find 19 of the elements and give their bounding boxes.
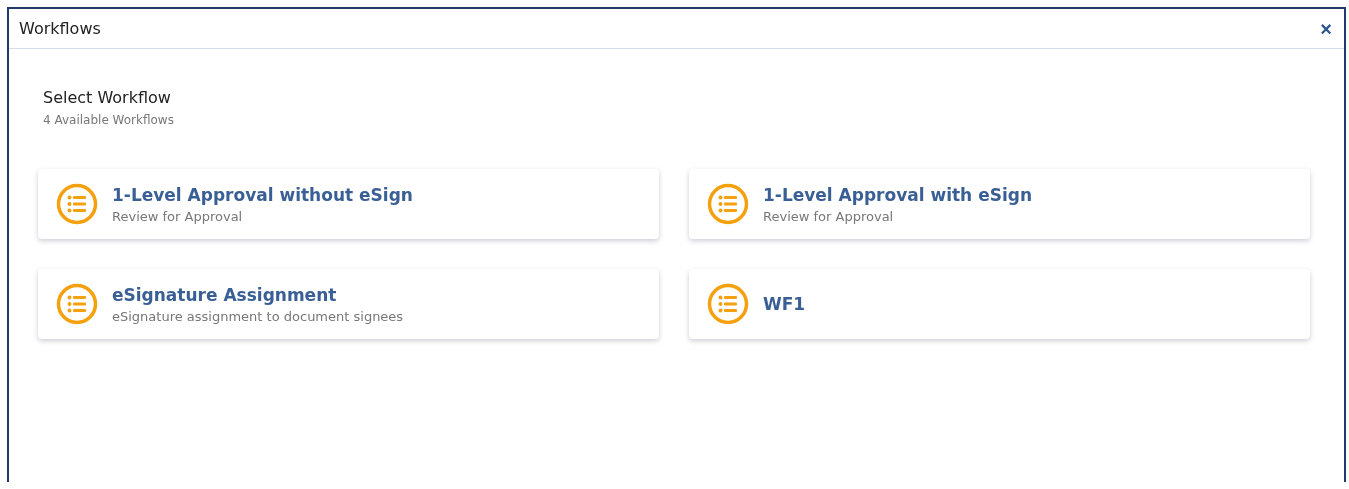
workflow-card[interactable]: 1-Level Approval with eSign Review for Approval bbox=[689, 169, 1310, 239]
workflow-name: WF1 bbox=[763, 294, 806, 314]
list-icon bbox=[707, 283, 749, 325]
workflow-card[interactable]: WF1 bbox=[689, 269, 1310, 339]
workflow-name: 1-Level Approval with eSign bbox=[763, 184, 1032, 205]
list-icon bbox=[707, 183, 749, 225]
workflow-name: eSignature Assignment bbox=[112, 284, 338, 305]
section-heading: Select Workflow bbox=[43, 88, 172, 107]
workflow-description: eSignature assignment to document signees bbox=[112, 308, 404, 324]
workflow-description: Review for Approval bbox=[112, 208, 244, 224]
workflow-card[interactable]: 1-Level Approval without eSign Review for Approval bbox=[38, 169, 659, 239]
list-icon bbox=[56, 183, 98, 225]
workflow-description: Review for Approval bbox=[763, 208, 895, 224]
list-icon bbox=[56, 283, 98, 325]
workflow-card[interactable]: eSignature Assignment eSignature assignment to document signees bbox=[38, 269, 659, 339]
close-button[interactable]: × bbox=[1318, 18, 1334, 39]
window-title: Workflows bbox=[19, 19, 101, 38]
workflow-name: 1-Level Approval without eSign bbox=[112, 184, 413, 205]
workflow-count: 4 Available Workflows bbox=[43, 113, 175, 127]
